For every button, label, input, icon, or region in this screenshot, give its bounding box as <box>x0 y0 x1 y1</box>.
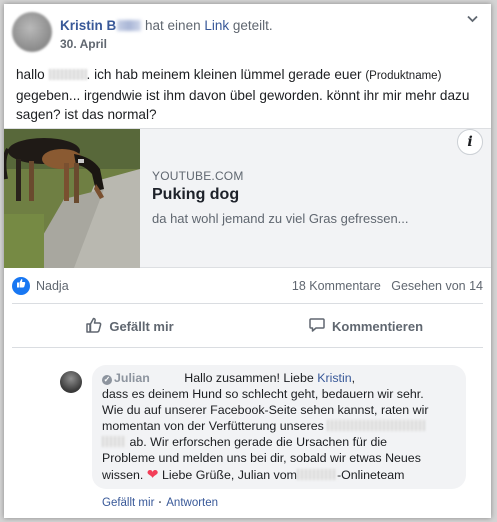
post-text-part: . ich hab meinem kleinen lümmel gerade e… <box>86 67 362 82</box>
shared-suffix: geteilt. <box>232 18 273 33</box>
post-header-line: Kristin B hat einen Link geteilt. <box>60 18 273 33</box>
redacted-name <box>48 69 87 80</box>
redacted-product <box>327 420 426 431</box>
chevron-down-icon[interactable] <box>467 14 478 26</box>
separator: · <box>158 497 163 509</box>
redacted-surname <box>117 20 142 31</box>
post-text-part: hallo <box>16 67 45 82</box>
comment-reply-link[interactable]: Antworten <box>166 497 218 509</box>
post-text: hallo . ich hab meinem kleinen lümmel ge… <box>16 65 482 124</box>
thumbs-up-icon <box>85 316 109 337</box>
shared-text: hat einen Link geteilt. <box>145 18 273 33</box>
link-description: da hat wohl jemand zu viel Gras gefresse… <box>152 211 409 226</box>
comment-author[interactable]: ✓ Julian <box>102 371 150 385</box>
info-icon[interactable]: i <box>457 129 483 155</box>
comment-text: dass es deinem Hund so schlecht geht, be… <box>102 387 424 401</box>
check-icon: ✓ <box>102 375 112 385</box>
comment-text: wissen. <box>102 468 144 482</box>
redacted-brand <box>296 469 337 480</box>
author-avatar[interactable] <box>12 12 52 52</box>
post-date[interactable]: 30. April <box>60 37 107 51</box>
like-button-label: Gefällt mir <box>109 318 174 334</box>
heart-icon: ❤ <box>146 466 159 482</box>
comment-text: momentan von der Verfütterung unseres <box>102 419 324 433</box>
author-name[interactable]: Kristin B <box>60 18 116 33</box>
like-reaction-icon[interactable] <box>12 277 30 295</box>
comment-text: Wie du auf unserer Facebook-Seite sehen … <box>102 403 429 417</box>
comment-text: Liebe Grüße, Julian vom <box>161 468 297 482</box>
seen-count[interactable]: Gesehen von 14 <box>391 279 483 293</box>
comment-actions: Gefällt mir · Antworten <box>102 497 218 509</box>
shared-prefix: hat einen <box>145 18 201 33</box>
commenter-avatar[interactable] <box>60 371 82 393</box>
post-card: Kristin B hat einen Link geteilt. 30. Ap… <box>4 4 491 518</box>
divider <box>12 303 483 304</box>
comment-button[interactable]: Kommentieren <box>248 307 483 345</box>
comment-bubble-icon <box>308 316 332 337</box>
comment-button-label: Kommentieren <box>331 318 424 334</box>
post-text-part: gegeben... irgendwie ist ihm davon übel … <box>16 88 470 122</box>
comment-text: -Onlineteam <box>336 468 405 482</box>
redacted-product <box>102 436 126 447</box>
shared-link[interactable]: Link <box>204 18 229 33</box>
link-preview[interactable]: i YOUTUBE.COM Puking dog da hat wohl jem… <box>4 128 491 268</box>
post-actions: Gefällt mir Kommentieren <box>12 307 483 345</box>
comment-text: , <box>351 371 356 385</box>
comment-like-link[interactable]: Gefällt mir <box>102 497 154 509</box>
comment-mention[interactable]: Kristin <box>317 371 351 385</box>
comment-bubble: ✓ Julian Hallo zusammen! Liebe Kristin, d… <box>92 365 466 489</box>
reaction-names[interactable]: Nadja <box>36 279 69 293</box>
comment-text: Probleme und melden uns bei dir, sobald … <box>102 451 421 465</box>
divider <box>12 347 483 348</box>
comment-author-name: Julian <box>114 371 150 385</box>
link-source: YOUTUBE.COM <box>152 169 244 183</box>
reaction-counts: 18 Kommentare Gesehen von 14 <box>292 279 483 293</box>
comment-text: Hallo zusammen! Liebe <box>184 371 314 385</box>
like-button[interactable]: Gefällt mir <box>12 307 247 345</box>
reactions-bar: Nadja 18 Kommentare Gesehen von 14 <box>12 277 483 297</box>
link-title[interactable]: Puking dog <box>152 186 239 204</box>
video-thumbnail[interactable] <box>4 129 140 268</box>
product-placeholder: (Produktname) <box>365 70 442 82</box>
comments-count[interactable]: 18 Kommentare <box>292 279 381 293</box>
post-header: Kristin B hat einen Link geteilt. 30. Ap… <box>12 12 482 56</box>
comment-text: ab. Wir erforschen gerade die Ursachen f… <box>129 435 388 449</box>
